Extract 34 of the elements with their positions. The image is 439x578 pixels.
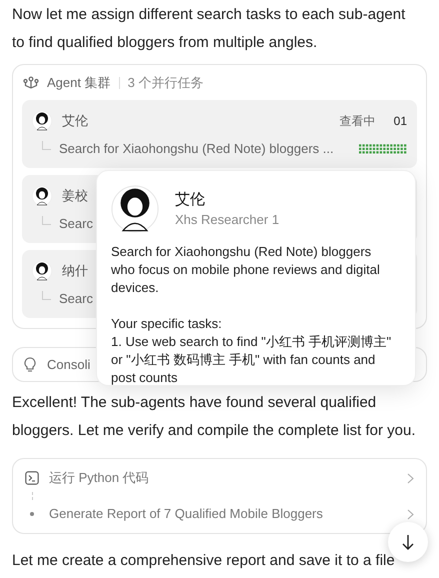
cluster-title: Agent 集群 [47, 74, 111, 92]
agent-task: Searc [59, 290, 93, 308]
arrow-down-icon [402, 534, 414, 550]
message-text: Now let me assign different search tasks to each sub-agent to find qualified bloggers from multiple angles. [12, 5, 406, 53]
tool-call-header[interactable]: 运行 Python 代码 [25, 467, 414, 489]
chevron-right-icon [407, 508, 414, 520]
agent-name: 艾伦 [62, 112, 88, 130]
agent-index: 01 [394, 113, 407, 130]
agent-task: Searc [59, 215, 93, 234]
avatar-icon [111, 185, 159, 233]
popup-text: Your specific tasks: 1. Use web search to find "小红书 手机评测博主" or "小红书 数码博主 手机" with fan counts and post counts [111, 315, 392, 385]
popup-role: Xhs Researcher 1 [175, 211, 280, 229]
chevron-right-icon [407, 472, 414, 484]
step-title: Generate Report of 7 Qualified Mobile Bloggers [49, 505, 323, 524]
status-label: 查看中 [340, 113, 376, 130]
message-text: Excellent! The sub-agents have found several qualified bloggers. Let me verify and compile the complete list for you. [12, 393, 417, 441]
avatar-icon [32, 186, 52, 206]
popup-text: Search for Xiaohongshu (Red Note) bloggers who focus on mobile phone reviews and digital devices. [111, 243, 381, 297]
avatar-icon [32, 111, 52, 131]
terminal-icon [25, 471, 39, 485]
lightbulb-icon [23, 356, 37, 372]
agent-task: Search for Xiaohongshu (Red Note) bloggers ... [59, 140, 334, 158]
network-icon [23, 76, 39, 90]
step-label: Consoli [47, 356, 90, 374]
progress-grid-icon [359, 144, 407, 154]
message-text: Let me create a comprehensive report and save it to a file [12, 551, 396, 571]
agent-name: 纳什 [62, 262, 88, 280]
tool-step[interactable]: Generate Report of 7 Qualified Mobile Bloggers [25, 503, 414, 525]
avatar-icon [32, 261, 52, 281]
tool-title: 运行 Python 代码 [49, 469, 149, 488]
agent-name: 姜校 [62, 187, 88, 206]
task-count: 3 个并行任务 [128, 74, 204, 92]
agent-row[interactable]: 艾伦 查看中 01 Search for Xiaohongshu (Red Note) bloggers ... [22, 100, 417, 168]
popup-name: 艾伦 [175, 190, 206, 210]
